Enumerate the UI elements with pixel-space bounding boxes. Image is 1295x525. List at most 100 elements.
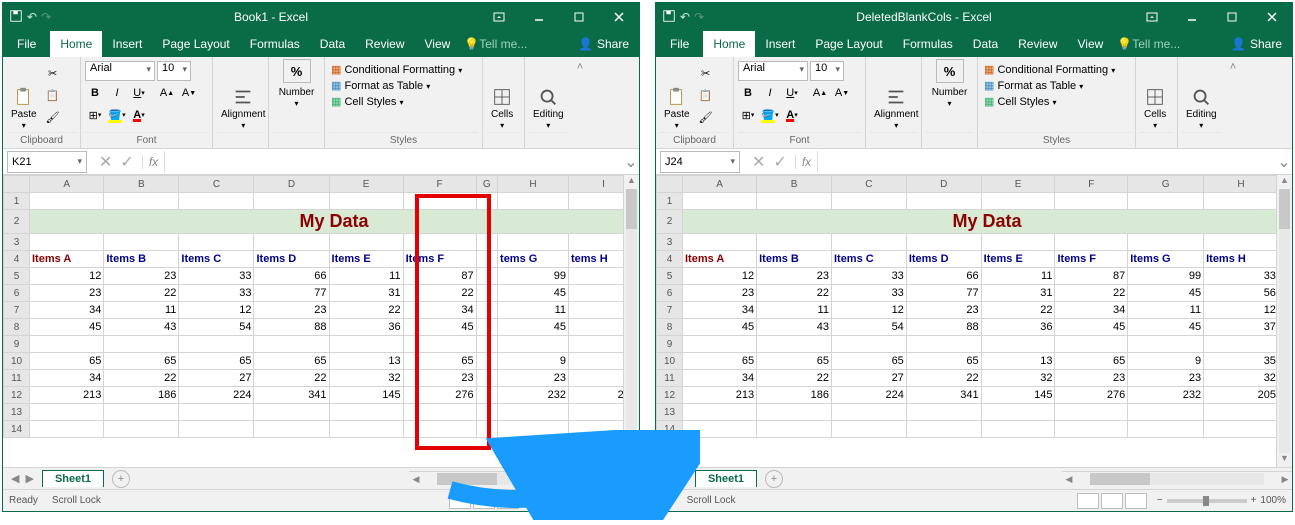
cell[interactable]	[476, 353, 497, 370]
cell[interactable]	[906, 404, 981, 421]
zoom-out-button[interactable]: −	[1157, 495, 1163, 506]
sheet-nav-next-icon[interactable]: ▶	[678, 472, 686, 485]
cell[interactable]	[179, 336, 254, 353]
row-header[interactable]: 3	[4, 234, 30, 251]
header-cell[interactable]: Items B	[104, 251, 179, 268]
cell[interactable]	[906, 193, 981, 210]
header-cell[interactable]: Items D	[906, 251, 981, 268]
cell[interactable]	[329, 234, 403, 251]
underline-button[interactable]: U▾	[782, 83, 802, 103]
cell[interactable]: 45	[1055, 319, 1128, 336]
bold-button[interactable]: B	[738, 83, 758, 103]
cell[interactable]	[1128, 234, 1204, 251]
cell[interactable]: 56	[1204, 285, 1279, 302]
header-cell[interactable]: Items D	[254, 251, 329, 268]
column-header[interactable]: C	[831, 176, 906, 193]
maximize-button[interactable]	[559, 3, 599, 31]
expand-formula-bar-icon[interactable]: ⌄	[1276, 152, 1292, 172]
grow-font-button[interactable]: A▲	[810, 83, 830, 103]
cell[interactable]	[476, 285, 497, 302]
column-header[interactable]: D	[254, 176, 329, 193]
horizontal-scrollbar[interactable]: ◀▶	[409, 471, 639, 487]
cell[interactable]: 22	[757, 285, 832, 302]
format-as-table-button[interactable]: ▦ Format as Table ▾	[331, 79, 476, 92]
cell[interactable]: 186	[104, 387, 179, 404]
name-box[interactable]: J24	[660, 151, 740, 173]
cell[interactable]	[476, 336, 497, 353]
cell[interactable]: 276	[1055, 387, 1128, 404]
header-cell[interactable]: Items A	[30, 251, 104, 268]
italic-button[interactable]: I	[760, 83, 780, 103]
row-header[interactable]: 13	[4, 404, 30, 421]
spreadsheet-grid[interactable]: ABCDEFGHI12My Data34Items AItems BItems …	[3, 175, 639, 467]
cell[interactable]: 186	[757, 387, 832, 404]
vertical-scrollbar[interactable]: ▲▼	[623, 175, 639, 467]
cell[interactable]: 27	[179, 370, 254, 387]
cell[interactable]	[757, 193, 832, 210]
view-normal-button[interactable]	[449, 493, 471, 509]
cell[interactable]: 65	[403, 353, 476, 370]
tab-view[interactable]: View	[1068, 31, 1114, 57]
cell[interactable]	[683, 404, 757, 421]
undo-icon[interactable]: ↶	[27, 10, 37, 24]
cell[interactable]	[30, 404, 104, 421]
cell[interactable]	[179, 193, 254, 210]
cell[interactable]	[254, 421, 329, 438]
cell[interactable]	[1128, 404, 1204, 421]
cell[interactable]: 34	[30, 370, 104, 387]
tab-page-layout[interactable]: Page Layout	[152, 31, 239, 57]
cancel-formula-icon[interactable]: ✕	[752, 152, 765, 172]
paste-button[interactable]: Paste▾	[660, 59, 694, 132]
cell[interactable]: 12	[179, 302, 254, 319]
cell[interactable]: 23	[30, 285, 104, 302]
cell[interactable]	[906, 234, 981, 251]
cell[interactable]: 32	[329, 370, 403, 387]
row-header[interactable]: 4	[4, 251, 30, 268]
cells-button[interactable]: Cells▾	[487, 59, 517, 132]
cell[interactable]	[831, 421, 906, 438]
cell[interactable]	[498, 404, 569, 421]
view-normal-button[interactable]	[1077, 493, 1099, 509]
borders-button[interactable]: ⊞▾	[85, 105, 105, 125]
cell[interactable]: 34	[1055, 302, 1128, 319]
cell[interactable]	[179, 234, 254, 251]
row-header[interactable]: 5	[657, 268, 683, 285]
row-header[interactable]: 6	[657, 285, 683, 302]
column-header[interactable]: G	[1128, 176, 1204, 193]
alignment-button[interactable]: Alignment▾	[870, 59, 922, 132]
row-header[interactable]: 1	[657, 193, 683, 210]
cell[interactable]	[683, 336, 757, 353]
font-name-select[interactable]: Arial	[85, 61, 155, 81]
cell[interactable]: 43	[757, 319, 832, 336]
title-cell[interactable]: My Data	[30, 210, 639, 234]
tab-page-layout[interactable]: Page Layout	[805, 31, 892, 57]
italic-button[interactable]: I	[107, 83, 127, 103]
fx-icon[interactable]: fx	[795, 155, 811, 169]
save-icon[interactable]	[662, 9, 676, 26]
cell[interactable]	[981, 234, 1055, 251]
cell[interactable]: 232	[498, 387, 569, 404]
cell[interactable]: 65	[254, 353, 329, 370]
cell[interactable]: 32	[1204, 370, 1279, 387]
cell[interactable]	[1204, 234, 1279, 251]
cell[interactable]	[981, 193, 1055, 210]
cell[interactable]	[30, 336, 104, 353]
column-header[interactable]: A	[30, 176, 104, 193]
save-icon[interactable]	[9, 9, 23, 26]
cell[interactable]	[329, 336, 403, 353]
tab-formulas[interactable]: Formulas	[893, 31, 963, 57]
cell[interactable]	[329, 193, 403, 210]
cell[interactable]	[476, 302, 497, 319]
cell[interactable]: 22	[757, 370, 832, 387]
cell[interactable]: 45	[683, 319, 757, 336]
cell[interactable]	[476, 193, 497, 210]
share-button[interactable]: 👤 Share	[568, 31, 639, 57]
cell[interactable]: 36	[981, 319, 1055, 336]
tell-me[interactable]: 💡 Tell me...	[1113, 31, 1221, 57]
cell[interactable]: 31	[329, 285, 403, 302]
row-header[interactable]: 2	[4, 210, 30, 234]
add-sheet-button[interactable]: +	[765, 470, 783, 488]
format-painter-icon[interactable]: 🖌	[43, 107, 63, 127]
cell-styles-button[interactable]: ▦ Cell Styles ▾	[331, 95, 476, 108]
column-header[interactable]: B	[757, 176, 832, 193]
